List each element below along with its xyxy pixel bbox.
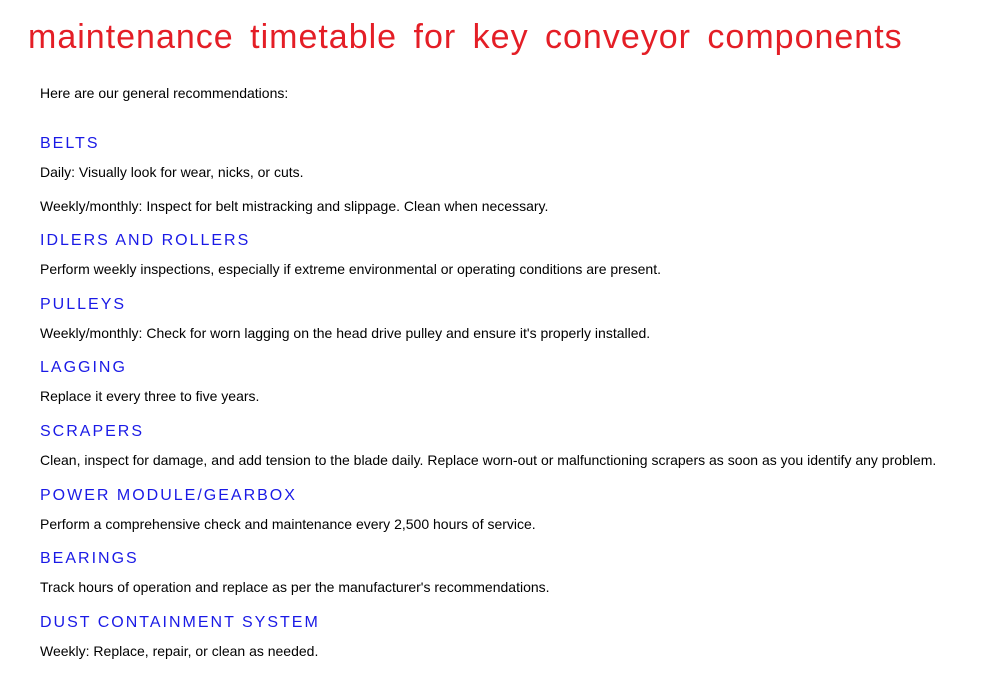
section-heading: SCRAPERS	[40, 423, 970, 441]
section: IDLERS AND ROLLERS Perform weekly inspect…	[40, 232, 970, 280]
page-title: maintenance timetable for key conveyor c…	[28, 18, 970, 57]
section-heading: BEARINGS	[40, 550, 970, 568]
section-body: Weekly/monthly: Check for worn lagging o…	[40, 324, 970, 344]
section-body: Clean, inspect for damage, and add tensi…	[40, 451, 970, 471]
section-body: Weekly: Replace, repair, or clean as nee…	[40, 642, 970, 662]
section-heading: PULLEYS	[40, 296, 970, 314]
section: POWER MODULE/GEARBOX Perform a comprehens…	[40, 487, 970, 535]
section: PULLEYS Weekly/monthly: Check for worn la…	[40, 296, 970, 344]
section-body: Daily: Visually look for wear, nicks, or…	[40, 163, 970, 183]
section-body: Weekly/monthly: Inspect for belt mistrac…	[40, 197, 970, 217]
section-body: Replace it every three to five years.	[40, 387, 970, 407]
section: LAGGING Replace it every three to five ye…	[40, 359, 970, 407]
section: DUST CONTAINMENT SYSTEM Weekly: Replace, …	[40, 614, 970, 662]
section-body: Perform weekly inspections, especially i…	[40, 260, 970, 280]
section: BEARINGS Track hours of operation and rep…	[40, 550, 970, 598]
section-body: Track hours of operation and replace as …	[40, 578, 970, 598]
section-heading: DUST CONTAINMENT SYSTEM	[40, 614, 970, 632]
section-body: Perform a comprehensive check and mainte…	[40, 515, 970, 535]
intro-text: Here are our general recommendations:	[40, 85, 970, 101]
section-heading: POWER MODULE/GEARBOX	[40, 487, 970, 505]
section: SCRAPERS Clean, inspect for damage, and a…	[40, 423, 970, 471]
sections-container: BELTS Daily: Visually look for wear, nick…	[28, 135, 970, 661]
section-heading: LAGGING	[40, 359, 970, 377]
section-heading: IDLERS AND ROLLERS	[40, 232, 970, 250]
section-heading: BELTS	[40, 135, 970, 153]
section: BELTS Daily: Visually look for wear, nick…	[40, 135, 970, 216]
